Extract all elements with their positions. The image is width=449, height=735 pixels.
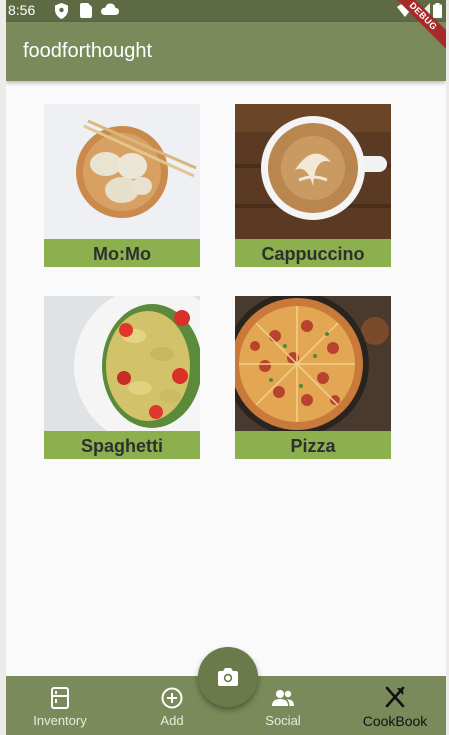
add-circle-icon xyxy=(161,687,183,709)
recipe-card-label: Spaghetti xyxy=(44,431,200,459)
recipe-card-label: Cappuccino xyxy=(235,239,391,267)
farfalle-pasta-salad-photo xyxy=(44,296,200,431)
nav-label-social: Social xyxy=(265,713,301,728)
recipe-card-spaghetti[interactable]: Spaghetti xyxy=(44,296,200,459)
phone-screen: 8:56 foodforthought DEBUG Mo:Mo Cappucci… xyxy=(6,0,446,735)
camera-button[interactable] xyxy=(198,647,258,707)
status-bar: 8:56 xyxy=(6,0,446,22)
cloud-icon xyxy=(101,3,119,15)
fridge-icon xyxy=(51,687,69,709)
people-icon xyxy=(272,690,294,706)
nav-label-inventory: Inventory xyxy=(33,713,87,728)
battery-icon xyxy=(433,3,442,18)
momo-dumplings-photo xyxy=(44,104,200,239)
utensils-icon xyxy=(385,686,405,708)
status-time: 8:56 xyxy=(8,2,36,18)
recipe-card-momo[interactable]: Mo:Mo xyxy=(44,104,200,267)
shield-icon xyxy=(55,3,68,19)
app-title: foodforthought xyxy=(23,40,152,62)
nav-label-add: Add xyxy=(160,713,184,728)
pepperoni-pizza-photo xyxy=(235,296,391,431)
recipe-card-cappuccino[interactable]: Cappuccino xyxy=(235,104,391,267)
camera-icon xyxy=(218,668,238,686)
sim-card-icon xyxy=(80,3,92,18)
nav-label-cookbook: CookBook xyxy=(362,713,428,729)
app-bar: foodforthought xyxy=(6,22,446,81)
recipe-card-label: Pizza xyxy=(235,431,391,459)
cappuccino-latte-art-photo xyxy=(235,104,391,239)
recipe-card-pizza[interactable]: Pizza xyxy=(235,296,391,459)
nav-item-inventory[interactable]: Inventory xyxy=(20,676,100,735)
nav-item-cookbook[interactable]: CookBook xyxy=(355,676,435,735)
recipe-card-label: Mo:Mo xyxy=(44,239,200,267)
